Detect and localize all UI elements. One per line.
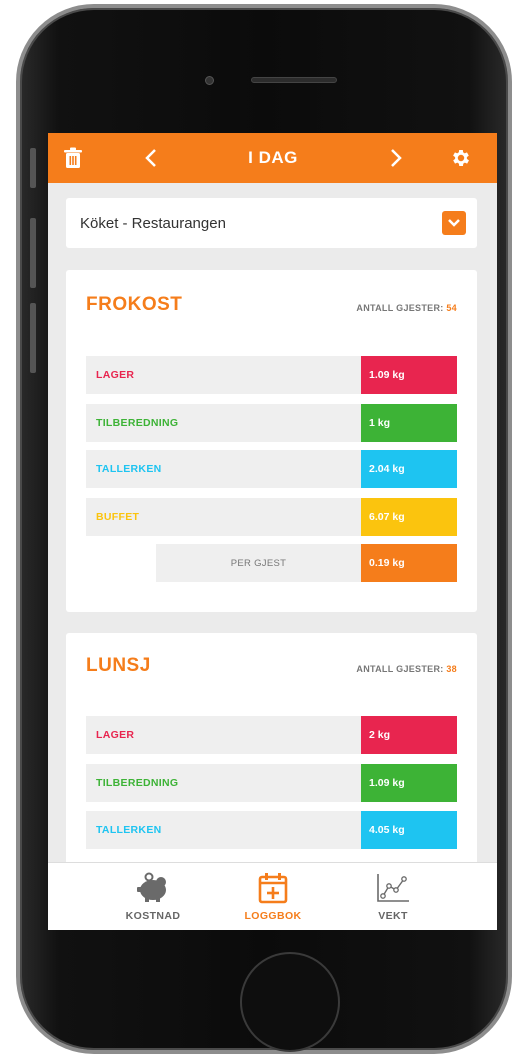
tab-vekt[interactable]: VEKT [333, 863, 453, 930]
chevron-right-icon[interactable] [381, 133, 411, 183]
waste-row-label: TALLERKEN [96, 824, 162, 836]
waste-row-label: TILBEREDNING [96, 777, 179, 789]
waste-row-value: 4.05 kg [361, 811, 457, 849]
guest-count: ANTALL GJESTER: 54 [356, 303, 457, 313]
front-camera [205, 76, 214, 85]
volume-up-button [30, 218, 36, 288]
guest-count-value: 54 [446, 303, 457, 313]
waste-row-tilberedning[interactable]: TILBEREDNING 1 kg [86, 404, 457, 442]
waste-row-value: 6.07 kg [361, 498, 457, 536]
piggy-bank-icon [133, 871, 173, 905]
tab-label: LOGGBOK [244, 910, 302, 922]
meal-card-frokost: FROKOST ANTALL GJESTER: 54 LAGER 1.09 kg… [66, 270, 477, 612]
gear-icon[interactable] [446, 133, 476, 183]
trash-icon[interactable] [58, 133, 88, 183]
per-guest-row: PER GJEST 0.19 kg [156, 544, 457, 582]
waste-row-label: TALLERKEN [96, 463, 162, 475]
home-button[interactable] [240, 952, 340, 1052]
kitchen-selector-value: Köket - Restaurangen [80, 214, 226, 232]
kitchen-selector[interactable]: Köket - Restaurangen [66, 198, 477, 248]
meal-title: FROKOST [86, 294, 183, 315]
guest-count-label: ANTALL GJESTER: [356, 303, 444, 313]
chevron-down-icon[interactable] [442, 211, 466, 235]
meal-card-lunsj: LUNSJ ANTALL GJESTER: 38 LAGER 2 kg TILB… [66, 633, 477, 893]
tab-kostnad[interactable]: KOSTNAD [93, 863, 213, 930]
waste-row-value: 1 kg [361, 404, 457, 442]
waste-row-lager[interactable]: LAGER 2 kg [86, 716, 457, 754]
tab-loggbok[interactable]: LOGGBOK [213, 863, 333, 930]
guest-count-value: 38 [446, 664, 457, 674]
volume-down-button [30, 303, 36, 373]
waste-row-buffet[interactable]: BUFFET 6.07 kg [86, 498, 457, 536]
waste-row-value: 1.09 kg [361, 356, 457, 394]
per-guest-label: PER GJEST [230, 557, 287, 569]
tab-label: KOSTNAD [125, 910, 181, 922]
page-title: I DAG [248, 148, 298, 167]
tab-label: VEKT [378, 910, 408, 922]
waste-row-tallerken[interactable]: TALLERKEN 4.05 kg [86, 811, 457, 849]
per-guest-value: 0.19 kg [361, 544, 457, 582]
waste-row-label: LAGER [96, 729, 135, 741]
waste-row-label: TILBEREDNING [96, 417, 179, 429]
line-chart-icon [373, 871, 413, 905]
mute-switch [30, 148, 36, 188]
earpiece-speaker [251, 77, 337, 83]
waste-row-tilberedning[interactable]: TILBEREDNING 1.09 kg [86, 764, 457, 802]
waste-row-label: BUFFET [96, 511, 140, 523]
bottom-tab-bar: KOSTNAD LOGGBOK VEKT [48, 862, 497, 930]
waste-row-tallerken[interactable]: TALLERKEN 2.04 kg [86, 450, 457, 488]
calendar-plus-icon [253, 871, 293, 905]
waste-row-label: LAGER [96, 369, 135, 381]
waste-row-value: 2.04 kg [361, 450, 457, 488]
waste-row-value: 2 kg [361, 716, 457, 754]
waste-row-value: 1.09 kg [361, 764, 457, 802]
app-screen: I DAG Köket - Restaurangen FROKOST ANTAL… [48, 133, 497, 930]
waste-row-lager[interactable]: LAGER 1.09 kg [86, 356, 457, 394]
top-bar: I DAG [48, 133, 497, 183]
chevron-left-icon[interactable] [136, 133, 166, 183]
guest-count-label: ANTALL GJESTER: [356, 664, 444, 674]
meal-title: LUNSJ [86, 655, 151, 676]
guest-count: ANTALL GJESTER: 38 [356, 664, 457, 674]
